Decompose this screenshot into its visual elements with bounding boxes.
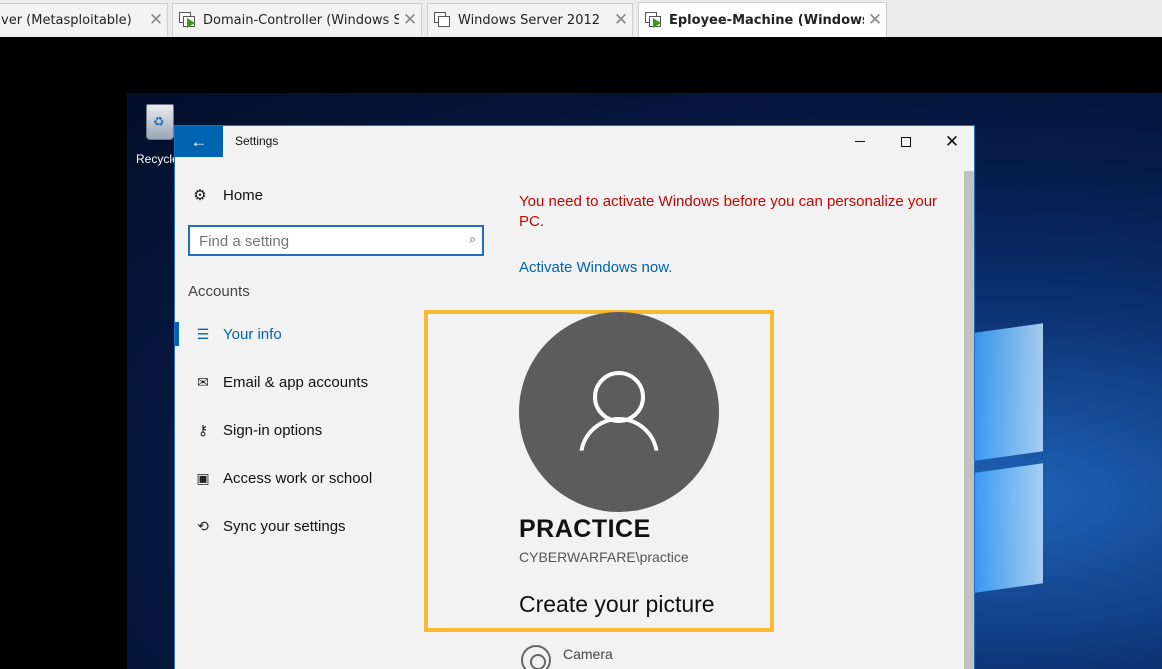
- vm-tab-label: Domain-Controller (Windows S...: [203, 12, 399, 28]
- window-title: Settings: [235, 134, 279, 148]
- windows-logo-wallpaper: [967, 323, 1162, 598]
- sync-icon: ⟲: [197, 517, 209, 534]
- vm-tab-label: Windows Server 2012: [458, 12, 601, 28]
- home-label: Home: [223, 186, 264, 204]
- sidebar-item-label: Your info: [223, 325, 282, 343]
- vm-tab-domain-controller[interactable]: Domain-Controller (Windows S... ✕: [172, 3, 422, 36]
- selection-indicator: [175, 322, 179, 346]
- avatar: [519, 312, 719, 512]
- camera-option[interactable]: Camera: [521, 645, 613, 669]
- user-domain: CYBERWARFARE\practice: [519, 549, 689, 565]
- vm-tab-windows-server-2012[interactable]: Windows Server 2012 ✕: [427, 3, 633, 36]
- title-bar: ← Settings ✕: [175, 126, 974, 157]
- scrollbar[interactable]: [963, 157, 974, 669]
- sidebar-item-label: Sync your settings: [223, 517, 346, 535]
- maximize-icon: [901, 136, 911, 147]
- vm-running-icon: [645, 12, 663, 28]
- minimize-icon: [855, 141, 865, 142]
- close-icon[interactable]: ✕: [399, 10, 421, 30]
- create-picture-heading: Create your picture: [519, 591, 715, 617]
- vm-running-icon: [179, 12, 197, 28]
- vm-tab-metasploitable[interactable]: ver (Metasploitable) ✕: [0, 3, 168, 36]
- user-name: PRACTICE: [519, 515, 651, 543]
- key-icon: ⚷: [197, 421, 209, 438]
- close-button[interactable]: ✕: [929, 126, 974, 157]
- gear-icon: ⚙: [193, 187, 207, 204]
- camera-label: Camera: [563, 646, 613, 662]
- briefcase-icon: ▣: [196, 469, 210, 486]
- search-input[interactable]: [199, 231, 449, 251]
- person-icon: [593, 371, 645, 423]
- close-icon[interactable]: ✕: [145, 10, 167, 30]
- vm-tab-employee-machine[interactable]: Eployee-Machine (Windows ... ✕: [638, 2, 887, 37]
- minimize-button[interactable]: [837, 126, 883, 157]
- settings-window: ← Settings ✕ ⚙ Home ⌕ Accounts ☰ Your in…: [174, 125, 975, 669]
- activate-windows-link[interactable]: Activate Windows now.: [519, 259, 672, 276]
- mail-icon: ✉: [197, 373, 209, 390]
- sidebar-item-label: Email & app accounts: [223, 373, 369, 391]
- section-label: Accounts: [188, 283, 250, 300]
- close-icon: ✕: [944, 131, 960, 151]
- recycle-bin-label: Recycle: [136, 152, 179, 166]
- your-info-page: You need to activate Windows before you …: [424, 157, 963, 669]
- vm-tab-label: ver (Metasploitable): [1, 12, 132, 28]
- close-icon[interactable]: ✕: [610, 10, 632, 30]
- search-box: ⌕: [188, 225, 484, 256]
- scrollbar-thumb[interactable]: [964, 171, 974, 669]
- arrow-left-icon: ←: [190, 131, 208, 151]
- vm-tab-bar: ver (Metasploitable) ✕ Domain-Controller…: [0, 0, 1162, 37]
- search-icon[interactable]: ⌕: [469, 232, 476, 247]
- vm-icon: [434, 12, 452, 28]
- camera-icon: [521, 645, 551, 669]
- sidebar-item-label: Sign-in options: [223, 421, 323, 439]
- close-icon[interactable]: ✕: [864, 10, 886, 30]
- back-button[interactable]: ←: [175, 126, 223, 157]
- maximize-button[interactable]: [883, 126, 929, 157]
- vm-tab-label: Eployee-Machine (Windows ...: [669, 12, 864, 28]
- sidebar-item-label: Access work or school: [223, 469, 373, 487]
- person-list-icon: ☰: [196, 325, 210, 342]
- home-link[interactable]: ⚙ Home: [191, 186, 264, 205]
- activation-warning: You need to activate Windows before you …: [519, 193, 938, 230]
